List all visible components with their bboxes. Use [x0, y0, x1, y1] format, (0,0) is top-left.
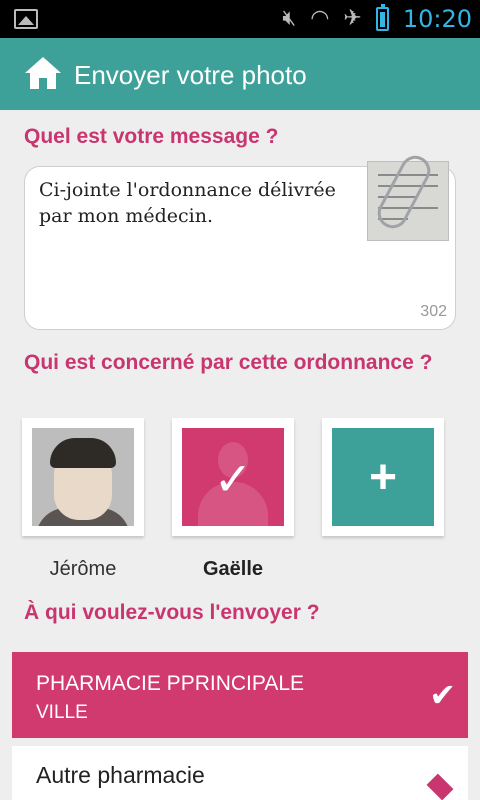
check-icon: ✔ — [429, 676, 456, 714]
pencil-icon — [426, 773, 454, 800]
send-section-title: À qui voulez-vous l'envoyer ? — [24, 601, 320, 624]
person-card-gaelle[interactable]: ✓ — [172, 418, 294, 536]
status-bar: 🔇︎ ◠ ✈ 10:20 — [0, 0, 480, 38]
home-icon[interactable] — [24, 56, 62, 90]
person-name-jerome: Jérôme — [49, 558, 117, 580]
concerned-section-title: Qui est concerné par cette ordonnance ? — [24, 351, 433, 374]
airplane-mode-icon: ✈ — [343, 6, 362, 31]
pharmacy-name: PHARMACIE PPRINCIPALE — [36, 672, 305, 695]
mute-icon: 🔇︎ — [282, 6, 297, 31]
check-icon: ✓ — [213, 452, 253, 506]
other-pharmacy-item[interactable]: Autre pharmacie — [12, 746, 468, 800]
message-text[interactable]: Ci-jointe l'ordonnance délivrée par mon … — [39, 177, 369, 229]
add-person-button[interactable]: + — [322, 418, 444, 536]
plus-icon: + — [368, 451, 398, 504]
pharmacy-city: VILLE — [36, 702, 88, 723]
app-bar: Envoyer votre photo — [0, 38, 480, 110]
app-bar-title: Envoyer votre photo — [74, 60, 307, 90]
character-counter: 302 — [420, 303, 447, 320]
person-name-gaelle: Gaëlle — [202, 558, 264, 580]
avatar-selected: ✓ — [182, 428, 284, 526]
battery-icon — [375, 4, 389, 31]
other-pharmacy-label: Autre pharmacie — [36, 762, 205, 788]
person-card-jerome[interactable] — [22, 418, 144, 536]
status-time: 10:20 — [402, 5, 472, 33]
message-input[interactable]: Ci-jointe l'ordonnance délivrée par mon … — [24, 150, 456, 330]
message-section-title: Quel est votre message ? — [24, 125, 279, 148]
wifi-icon: ◠ — [310, 6, 330, 31]
image-notification-icon — [14, 9, 38, 29]
pharmacy-item-selected[interactable]: PHARMACIE PPRINCIPALE VILLE ✔ — [12, 652, 468, 738]
avatar — [32, 428, 134, 526]
